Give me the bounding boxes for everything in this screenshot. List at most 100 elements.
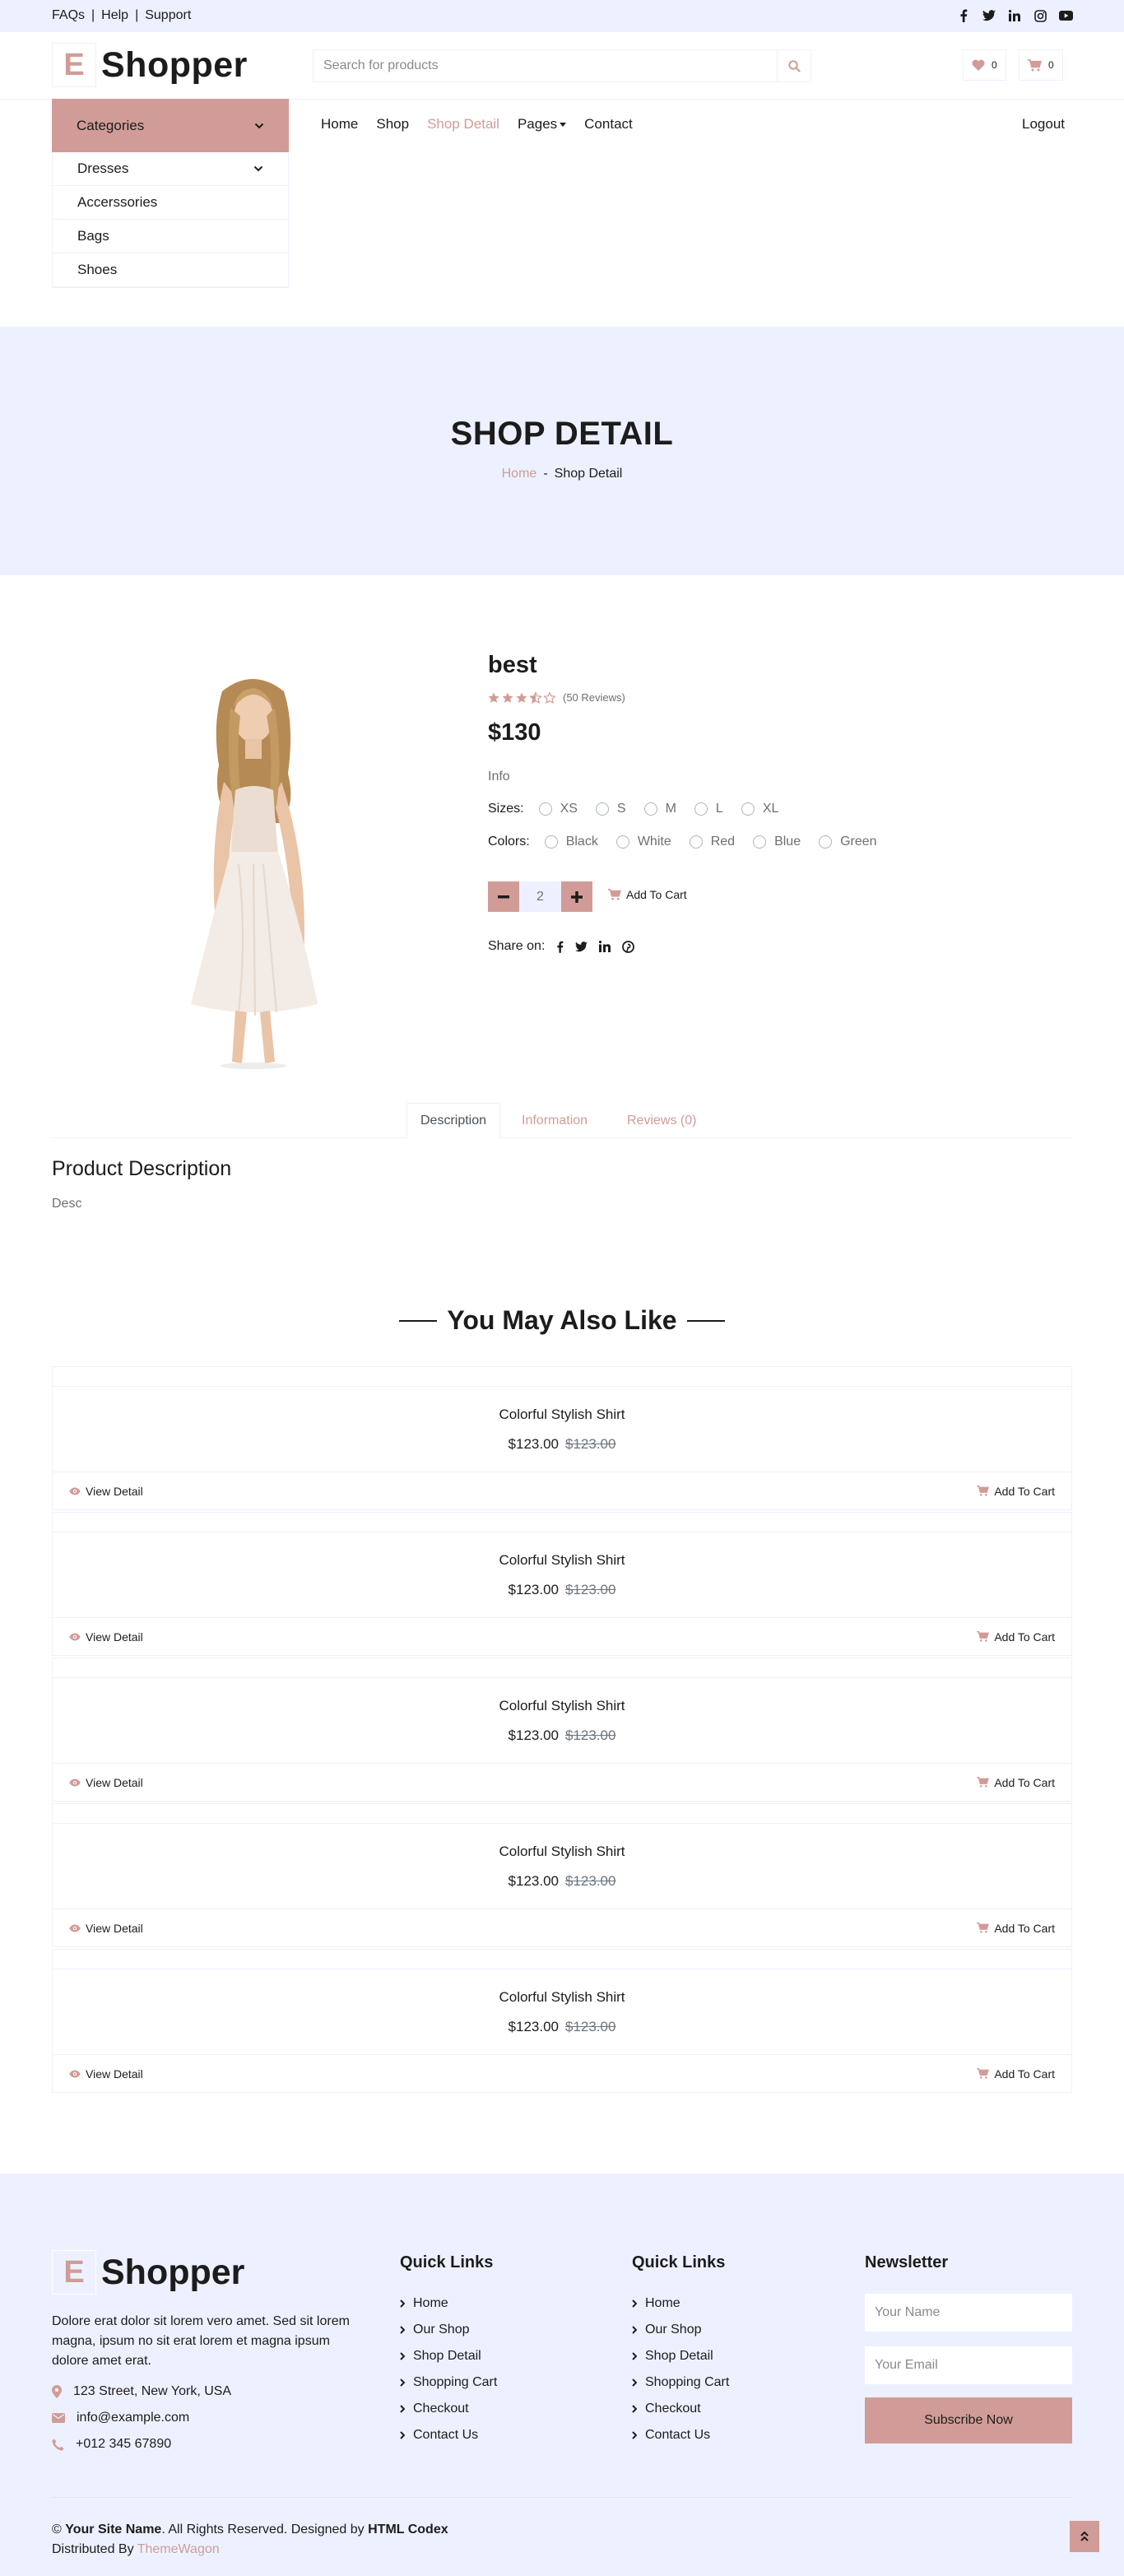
back-to-top-button[interactable] <box>1070 2521 1099 2552</box>
color-option-black[interactable]: Black <box>544 835 598 849</box>
product-card-name[interactable]: Colorful Stylish Shirt <box>53 1387 1071 1423</box>
distributor-link[interactable]: ThemeWagon <box>137 2542 220 2556</box>
footer-link-shopping-cart[interactable]: Shopping Cart <box>400 2369 497 2396</box>
tab-reviews[interactable]: Reviews (0) <box>614 1103 709 1138</box>
radio-button[interactable] <box>544 835 558 849</box>
pinterest-icon[interactable] <box>622 940 635 953</box>
product-card-image[interactable] <box>53 1513 1071 1532</box>
add-to-cart-button[interactable]: Add To Cart <box>977 1776 1055 1789</box>
category-item-accessories[interactable]: Accerssories <box>53 186 288 220</box>
product-card-footer: View Detail Add To Cart <box>53 1618 1071 1655</box>
help-link[interactable]: Help <box>101 8 128 23</box>
facebook-icon[interactable] <box>556 941 564 953</box>
twitter-icon[interactable] <box>982 8 996 23</box>
footer-link-contact-us[interactable]: Contact Us <box>400 2422 497 2448</box>
size-option-xl[interactable]: XL <box>741 802 778 816</box>
footer-link-contact-us[interactable]: Contact Us <box>632 2422 729 2448</box>
twitter-icon[interactable] <box>575 941 588 952</box>
footer-link-shop-detail[interactable]: Shop Detail <box>632 2343 729 2369</box>
linkedin-icon[interactable] <box>1007 8 1022 23</box>
newsletter-name-input[interactable]: Your Name <box>865 2294 1072 2332</box>
category-item-dresses[interactable]: Dresses <box>53 152 288 186</box>
view-detail-button[interactable]: View Detail <box>69 1776 143 1789</box>
product-card-image[interactable] <box>53 1658 1071 1678</box>
facebook-icon[interactable] <box>956 8 971 23</box>
copyright-line: © Your Site Name. All Rights Reserved. D… <box>52 2520 448 2540</box>
youtube-icon[interactable] <box>1058 8 1073 23</box>
radio-button[interactable] <box>753 835 767 849</box>
star-icon <box>516 692 527 703</box>
categories-toggle[interactable]: Categories <box>52 99 289 152</box>
search-input[interactable]: Search for products <box>314 50 778 81</box>
product-card-name[interactable]: Colorful Stylish Shirt <box>53 1532 1071 1569</box>
add-to-cart-button[interactable]: Add To Cart <box>977 1922 1055 1935</box>
search-button[interactable] <box>778 50 810 81</box>
cart-button[interactable]: 0 <box>1019 49 1063 81</box>
logo[interactable]: E Shopper <box>52 43 248 87</box>
product-card-name[interactable]: Colorful Stylish Shirt <box>53 1824 1071 1860</box>
category-item-bags[interactable]: Bags <box>53 220 288 253</box>
quantity-input[interactable]: 2 <box>519 881 561 912</box>
add-to-cart-button[interactable]: Add To Cart <box>977 1485 1055 1498</box>
view-detail-button[interactable]: View Detail <box>69 1922 143 1935</box>
quantity-plus-button[interactable] <box>561 881 592 912</box>
color-option-white[interactable]: White <box>615 835 671 849</box>
footer-link-our-shop[interactable]: Our Shop <box>400 2317 497 2343</box>
product-card-name[interactable]: Colorful Stylish Shirt <box>53 1678 1071 1714</box>
product-card-name[interactable]: Colorful Stylish Shirt <box>53 1969 1071 2006</box>
color-option-green[interactable]: Green <box>819 835 877 849</box>
radio-button[interactable] <box>694 802 708 816</box>
subscribe-button[interactable]: Subscribe Now <box>865 2397 1072 2443</box>
footer-link-shopping-cart[interactable]: Shopping Cart <box>632 2369 729 2396</box>
nav-contact[interactable]: Contact <box>584 116 633 133</box>
view-detail-button[interactable]: View Detail <box>69 1630 143 1644</box>
footer-link-shop-detail[interactable]: Shop Detail <box>400 2343 497 2369</box>
size-option-xs[interactable]: XS <box>538 802 578 816</box>
linkedin-icon[interactable] <box>599 941 611 952</box>
add-to-cart-button[interactable]: Add To Cart <box>977 1630 1055 1644</box>
radio-button[interactable] <box>689 835 703 849</box>
newsletter-email-input[interactable]: Your Email <box>865 2346 1072 2384</box>
instagram-icon[interactable] <box>1033 8 1047 23</box>
radio-button[interactable] <box>741 802 755 816</box>
size-option-m[interactable]: M <box>643 802 676 816</box>
price-old: $123.00 <box>565 1873 616 1889</box>
product-card-image[interactable] <box>53 1804 1071 1824</box>
view-detail-button[interactable]: View Detail <box>69 2067 143 2081</box>
color-option-red[interactable]: Red <box>689 835 735 849</box>
radio-button[interactable] <box>819 835 833 849</box>
footer-link-checkout[interactable]: Checkout <box>400 2396 497 2422</box>
add-to-cart-button[interactable]: Add To Cart <box>977 2067 1055 2081</box>
nav-shop-detail[interactable]: Shop Detail <box>427 116 499 133</box>
nav-home[interactable]: Home <box>321 116 358 133</box>
support-link[interactable]: Support <box>145 8 191 23</box>
nav-pages[interactable]: Pages <box>518 116 567 133</box>
faqs-link[interactable]: FAQs <box>52 8 85 23</box>
color-option-blue[interactable]: Blue <box>753 835 801 849</box>
footer-link-home[interactable]: Home <box>400 2290 497 2317</box>
footer-link-checkout[interactable]: Checkout <box>632 2396 729 2422</box>
size-option-s[interactable]: S <box>595 802 626 816</box>
product-card-image[interactable] <box>53 1367 1071 1387</box>
radio-button[interactable] <box>615 835 629 849</box>
footer-logo[interactable]: E Shopper <box>52 2250 244 2295</box>
breadcrumb-home[interactable]: Home <box>502 467 537 481</box>
product-card-image[interactable] <box>53 1950 1071 1969</box>
quantity-minus-button[interactable] <box>488 881 519 912</box>
wishlist-button[interactable]: 0 <box>963 49 1006 81</box>
category-item-shoes[interactable]: Shoes <box>53 253 288 287</box>
footer-link-home[interactable]: Home <box>632 2290 729 2317</box>
footer-link-our-shop[interactable]: Our Shop <box>632 2317 729 2343</box>
site-name-link[interactable]: Your Site Name <box>65 2523 161 2536</box>
size-option-l[interactable]: L <box>694 802 723 816</box>
view-detail-button[interactable]: View Detail <box>69 1485 143 1498</box>
radio-button[interactable] <box>538 802 552 816</box>
add-to-cart-button[interactable]: Add To Cart <box>608 888 687 901</box>
designer-link[interactable]: HTML Codex <box>368 2523 448 2536</box>
logout-link[interactable]: Logout <box>1022 116 1065 133</box>
tab-information[interactable]: Information <box>509 1103 601 1138</box>
radio-button[interactable] <box>595 802 609 816</box>
tab-description[interactable]: Description <box>406 1103 501 1138</box>
nav-shop[interactable]: Shop <box>376 116 409 133</box>
radio-button[interactable] <box>643 802 657 816</box>
